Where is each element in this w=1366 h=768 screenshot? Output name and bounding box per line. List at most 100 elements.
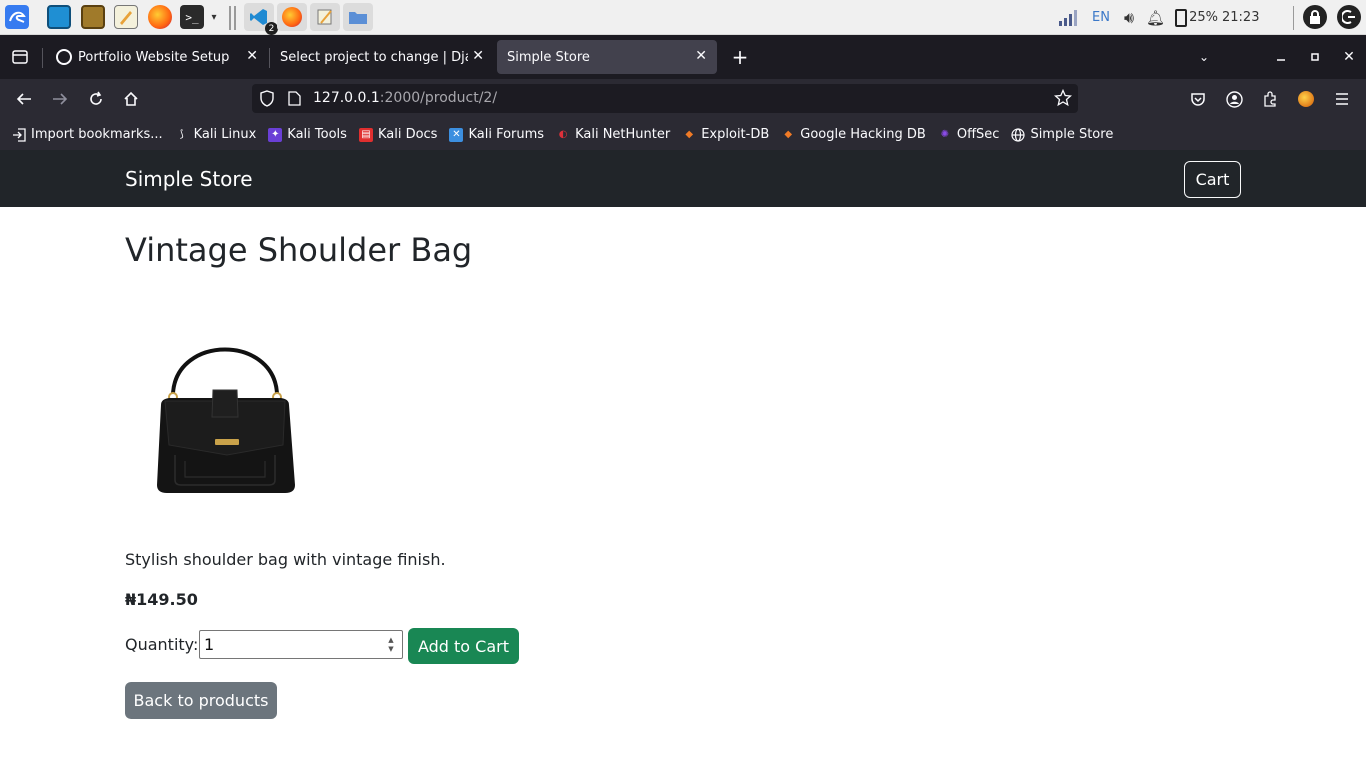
taskbar-separator bbox=[234, 6, 236, 30]
chevron-up-icon[interactable]: ▲ bbox=[388, 636, 393, 645]
bookmark-kali-tools[interactable]: ✦ Kali Tools bbox=[268, 127, 347, 142]
page-info-icon[interactable] bbox=[288, 91, 301, 110]
tab-overview-icon[interactable] bbox=[8, 45, 32, 69]
new-tab-icon[interactable]: + bbox=[728, 45, 752, 69]
site-brand[interactable]: Simple Store bbox=[125, 167, 253, 191]
battery-icon[interactable] bbox=[1175, 8, 1188, 27]
exploit-db-icon: ◆ bbox=[685, 129, 694, 140]
tab-simple-store[interactable]: Simple Store ✕ bbox=[497, 40, 717, 74]
bookmark-kali-docs[interactable]: ▤ Kali Docs bbox=[358, 127, 438, 142]
minimize-window-icon[interactable] bbox=[1269, 45, 1293, 69]
network-signal-icon[interactable] bbox=[1058, 9, 1078, 26]
home-icon[interactable] bbox=[119, 87, 143, 111]
close-tab-icon[interactable]: ✕ bbox=[695, 48, 707, 64]
bookmark-label: Exploit-DB bbox=[701, 127, 770, 142]
firefox-window-icon[interactable] bbox=[277, 3, 307, 31]
tab-title: Simple Store bbox=[507, 49, 590, 65]
import-icon bbox=[12, 127, 26, 142]
extension-avatar-icon[interactable] bbox=[1294, 87, 1318, 111]
back-to-products-button[interactable]: Back to products bbox=[125, 682, 277, 719]
files-icon[interactable] bbox=[81, 5, 105, 29]
taskbar-separator bbox=[229, 6, 231, 30]
notes-window-icon[interactable] bbox=[310, 3, 340, 31]
bookmark-label: Google Hacking DB bbox=[800, 127, 926, 142]
bookmark-exploit-db[interactable]: ◆ Exploit-DB bbox=[682, 127, 769, 142]
bookmark-kali-forums[interactable]: ✕ Kali Forums bbox=[449, 127, 544, 142]
ghdb-icon: ◆ bbox=[784, 129, 793, 140]
offsec-icon: ✺ bbox=[940, 129, 950, 140]
quantity-stepper[interactable]: ▲ ▼ bbox=[382, 633, 400, 656]
taskbar-separator bbox=[1293, 6, 1294, 30]
desktop-icon[interactable] bbox=[47, 5, 71, 29]
account-icon[interactable] bbox=[1222, 87, 1246, 111]
product-description: Stylish shoulder bag with vintage finish… bbox=[125, 550, 446, 569]
reload-icon[interactable] bbox=[84, 87, 108, 111]
os-taskbar: >_ ▾ 2 EN 🔊︎ 🔔︎ 25% 21:23 bbox=[0, 0, 1366, 35]
bookmark-label: Kali Forums bbox=[468, 127, 545, 142]
browser-tab-strip: Portfolio Website Setup ✕ Select project… bbox=[0, 35, 1366, 79]
site-navbar: Simple Store Cart bbox=[0, 150, 1366, 207]
terminal-icon[interactable]: >_ bbox=[180, 5, 204, 29]
product-price: ₦149.50 bbox=[125, 590, 198, 609]
bookmark-import[interactable]: Import bookmarks... bbox=[12, 127, 163, 142]
kali-dragon-icon: ⟆ bbox=[179, 129, 184, 140]
tab-separator bbox=[42, 48, 43, 68]
bookmark-label: OffSec bbox=[956, 127, 1000, 142]
forward-icon[interactable] bbox=[48, 87, 72, 111]
tab-title: Portfolio Website Setup bbox=[78, 49, 230, 65]
text-editor-icon[interactable] bbox=[114, 5, 138, 29]
quantity-label: Quantity: bbox=[125, 635, 199, 654]
bookmark-google-hacking-db[interactable]: ◆ Google Hacking DB bbox=[781, 127, 926, 142]
lock-icon[interactable] bbox=[1303, 5, 1327, 29]
url-path: :2000/product/2/ bbox=[379, 90, 498, 106]
extensions-icon[interactable] bbox=[1258, 87, 1282, 111]
maximize-window-icon[interactable] bbox=[1303, 45, 1327, 69]
bookmark-kali-nethunter[interactable]: ◐ Kali NetHunter bbox=[556, 127, 671, 142]
add-to-cart-button[interactable]: Add to Cart bbox=[408, 628, 519, 664]
vscode-icon[interactable]: 2 bbox=[244, 3, 278, 35]
bookmarks-toolbar: Import bookmarks... ⟆ Kali Linux ✦ Kali … bbox=[0, 119, 1366, 150]
kali-forums-icon: ✕ bbox=[449, 127, 464, 142]
close-tab-icon[interactable]: ✕ bbox=[246, 48, 258, 64]
bookmark-kali-linux[interactable]: ⟆ Kali Linux bbox=[175, 127, 257, 142]
clock[interactable]: 21:23 bbox=[1222, 10, 1259, 25]
bookmark-label: Kali Linux bbox=[193, 127, 257, 142]
bookmark-simple-store[interactable]: Simple Store bbox=[1011, 127, 1113, 142]
hamburger-menu-icon[interactable] bbox=[1330, 87, 1354, 111]
kali-tools-icon: ✦ bbox=[268, 127, 283, 142]
product-title: Vintage Shoulder Bag bbox=[125, 231, 473, 269]
product-image bbox=[125, 305, 325, 505]
url-text[interactable]: 127.0.0.1:2000/product/2/ bbox=[313, 90, 497, 106]
chevron-down-icon[interactable]: ▼ bbox=[388, 645, 393, 654]
chevron-down-icon[interactable]: ▾ bbox=[206, 5, 222, 29]
tab-title: Select project to change | Dja bbox=[280, 49, 473, 65]
bookmark-label: Kali Tools bbox=[287, 127, 347, 142]
kali-menu-icon[interactable] bbox=[5, 5, 29, 29]
language-indicator[interactable]: EN bbox=[1092, 10, 1110, 25]
close-window-icon[interactable]: ✕ bbox=[1337, 45, 1361, 69]
firefox-icon[interactable] bbox=[148, 5, 172, 29]
quantity-input[interactable] bbox=[199, 630, 403, 659]
shield-icon[interactable] bbox=[259, 90, 275, 111]
url-bar[interactable]: 127.0.0.1:2000/product/2/ bbox=[252, 84, 1078, 113]
logout-icon[interactable] bbox=[1337, 5, 1361, 29]
list-all-tabs-icon[interactable]: ⌄ bbox=[1192, 45, 1216, 69]
volume-icon[interactable]: 🔊︎ bbox=[1124, 8, 1134, 28]
back-icon[interactable] bbox=[12, 87, 36, 111]
tab-django-admin[interactable]: Select project to change | Dja ✕ bbox=[270, 40, 494, 74]
notification-bell-icon[interactable]: 🔔︎ bbox=[1146, 9, 1165, 27]
close-tab-icon[interactable]: ✕ bbox=[468, 48, 484, 64]
tab-portfolio[interactable]: Portfolio Website Setup ✕ bbox=[46, 40, 268, 74]
bookmark-offsec[interactable]: ✺ OffSec bbox=[938, 127, 1000, 142]
bookmark-label: Simple Store bbox=[1030, 127, 1114, 142]
folder-window-icon[interactable] bbox=[343, 3, 373, 31]
bookmark-label: Kali Docs bbox=[377, 127, 438, 142]
cart-button[interactable]: Cart bbox=[1184, 161, 1241, 198]
battery-level: 25% bbox=[1189, 10, 1218, 25]
url-host: 127.0.0.1 bbox=[313, 90, 380, 106]
pocket-icon[interactable] bbox=[1186, 87, 1210, 111]
globe-icon bbox=[1011, 127, 1026, 142]
kali-docs-icon: ▤ bbox=[358, 127, 373, 142]
browser-navigation-bar: 127.0.0.1:2000/product/2/ bbox=[0, 79, 1366, 119]
bookmark-star-icon[interactable] bbox=[1053, 88, 1073, 111]
